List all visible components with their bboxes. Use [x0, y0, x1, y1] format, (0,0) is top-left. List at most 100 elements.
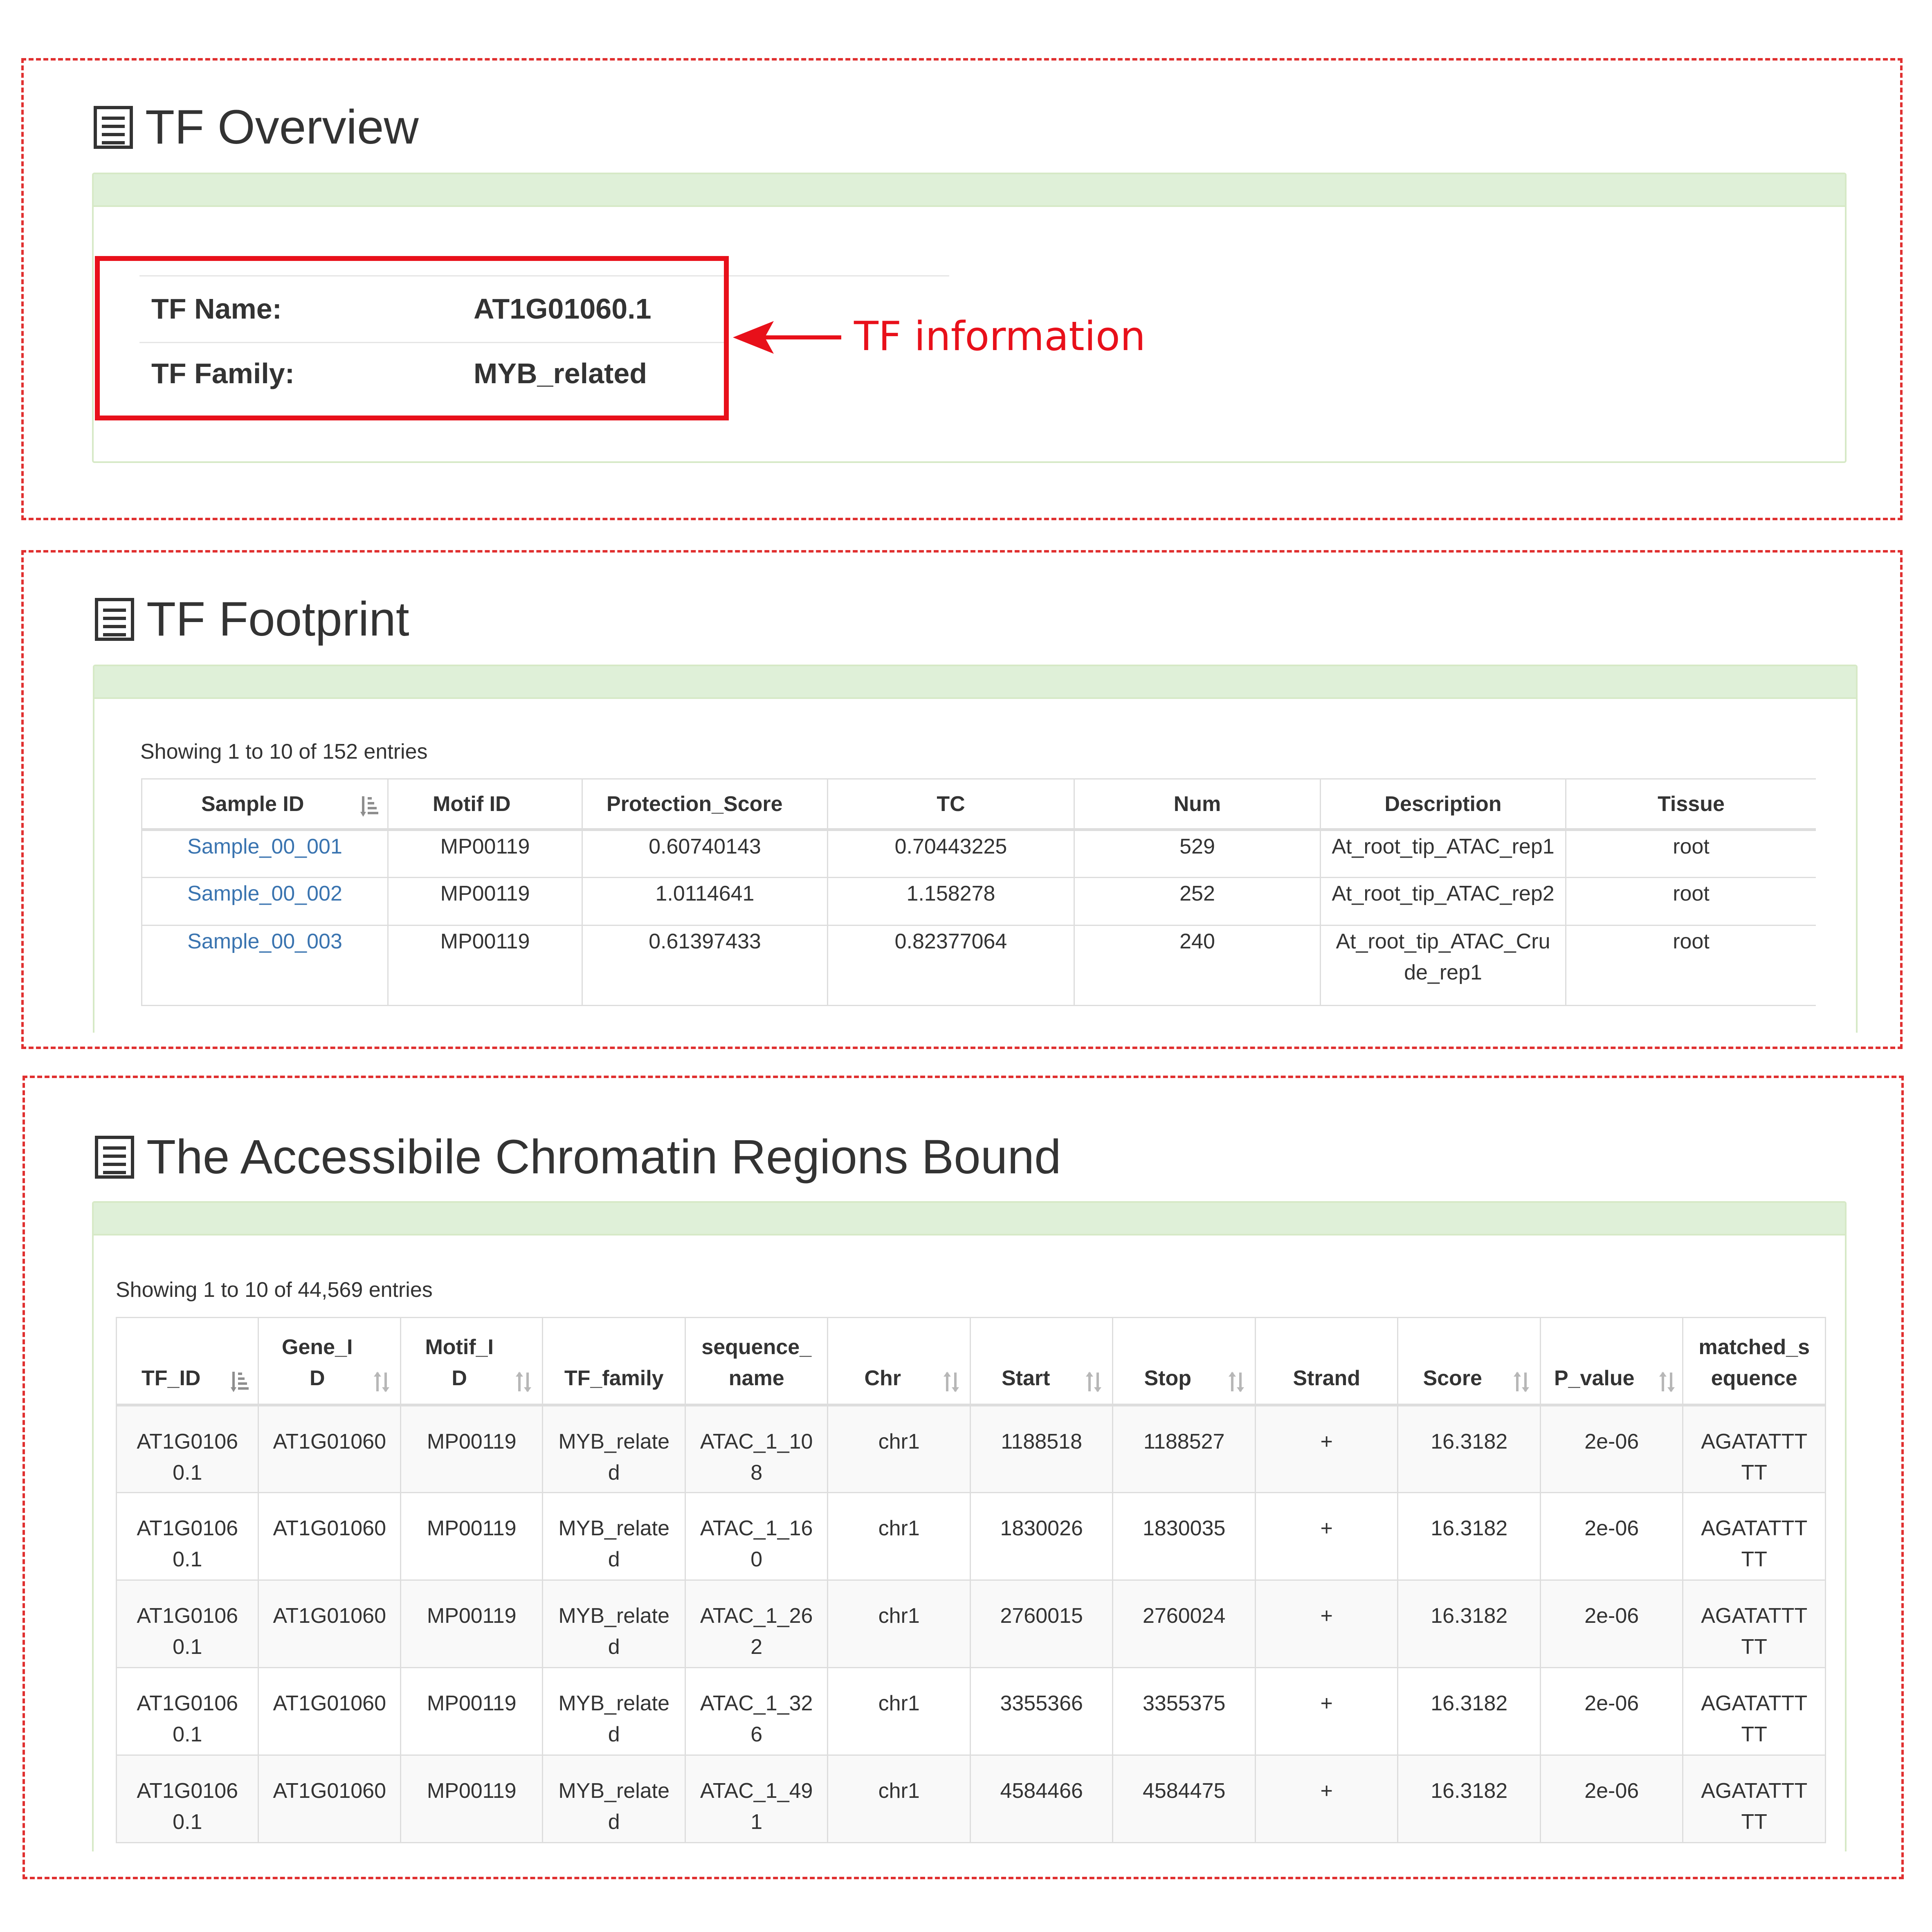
table-cell: 16.3182 [1397, 1667, 1541, 1756]
sort-both-icon[interactable] [1513, 1371, 1531, 1393]
sort-both-icon[interactable] [1658, 1371, 1676, 1393]
tf-family-value: MYB_related [474, 357, 647, 389]
table-cell: MP00119 [400, 1404, 544, 1493]
column-header-p-value[interactable]: P_value [1539, 1317, 1684, 1406]
table-cell: root [1565, 925, 1816, 1006]
table-cell: 16.3182 [1397, 1579, 1541, 1668]
table-row: Sample_00_003 MP00119 0.61397433 0.82377… [141, 925, 1816, 1006]
table-cell: ATAC_1_160 [684, 1492, 829, 1581]
column-header-gene-id[interactable]: Gene_ID [258, 1317, 401, 1406]
table-cell: ATAC_1_262 [684, 1579, 829, 1668]
table-cell: MP00119 [400, 1492, 544, 1581]
table-cell: 0.61397433 [582, 925, 828, 1006]
table-row: AT1G01060.1 AT1G01060 MP00119 MYB_relate… [116, 1579, 1826, 1668]
column-header-motif-id[interactable]: Motif ID [387, 778, 583, 831]
table-cell: chr1 [827, 1667, 971, 1756]
column-header-description[interactable]: Description [1320, 778, 1566, 831]
panel-heading [94, 174, 1845, 207]
chromatin-regions-header: The Accessibile Chromatin Regions Bound [95, 1133, 1061, 1181]
regions-table-clip: TF_ID Gene_ID Motif_ID TF_family sequenc… [116, 1317, 1826, 1850]
table-cell: + [1254, 1492, 1399, 1581]
sort-both-icon[interactable] [1085, 1371, 1103, 1393]
table-cell: 252 [1074, 877, 1321, 926]
table-cell: 3355366 [969, 1667, 1114, 1756]
table-cell: AT1G01060 [258, 1667, 401, 1756]
table-cell: At_root_tip_ATAC_rep1 [1320, 829, 1566, 878]
table-cell: root [1565, 829, 1816, 878]
table-cell: + [1254, 1667, 1399, 1756]
table-cell: 240 [1074, 925, 1321, 1006]
table-cell: 1188518 [969, 1404, 1114, 1493]
column-header-motif-id[interactable]: Motif_ID [400, 1317, 544, 1406]
sample-id-link[interactable]: Sample_00_003 [141, 925, 389, 1006]
table-cell: ATAC_1_108 [684, 1404, 829, 1493]
list-icon [95, 1135, 134, 1179]
column-header-start[interactable]: Start [969, 1317, 1114, 1406]
column-header-score[interactable]: Score [1397, 1317, 1541, 1406]
table-cell: AGATATTTTT [1682, 1579, 1826, 1668]
tf-information-annotation: TF information [854, 313, 1146, 360]
table-cell: chr1 [827, 1492, 971, 1581]
table-cell: 529 [1074, 829, 1321, 878]
regions-table: TF_ID Gene_ID Motif_ID TF_family sequenc… [116, 1317, 1826, 1843]
table-cell: 1188527 [1112, 1404, 1256, 1493]
table-cell: AGATATTTTT [1682, 1404, 1826, 1493]
table-row: AT1G01060.1 AT1G01060 MP00119 MYB_relate… [116, 1492, 1826, 1581]
column-header-protection-score[interactable]: Protection_Score [582, 778, 828, 831]
table-cell: + [1254, 1579, 1399, 1668]
table-cell: MP00119 [400, 1667, 544, 1756]
tf-info-highlight-box [95, 256, 729, 420]
table-cell: AT1G01060 [258, 1579, 401, 1668]
column-header-sequence-name[interactable]: sequence_name [684, 1317, 829, 1406]
table-cell: root [1565, 877, 1816, 926]
table-cell: + [1254, 1755, 1399, 1843]
table-cell: AGATATTTTT [1682, 1755, 1826, 1843]
table-cell: + [1254, 1404, 1399, 1493]
table-cell: 0.82377064 [827, 925, 1075, 1006]
column-header-chr[interactable]: Chr [827, 1317, 971, 1406]
table-cell: AGATATTTTT [1682, 1667, 1826, 1756]
table-row: AT1G01060.1 AT1G01060 MP00119 MYB_relate… [116, 1755, 1826, 1843]
column-header-sample-id[interactable]: Sample ID [141, 778, 389, 831]
sort-both-icon[interactable] [373, 1371, 391, 1393]
column-header-matched-sequence[interactable]: matched_sequence [1682, 1317, 1826, 1406]
table-cell: chr1 [827, 1404, 971, 1493]
table-row: Sample_00_002 MP00119 1.0114641 1.158278… [141, 877, 1816, 926]
table-row: AT1G01060.1 AT1G01060 MP00119 MYB_relate… [116, 1404, 1826, 1493]
sort-both-icon[interactable] [515, 1371, 533, 1393]
table-cell: MP00119 [400, 1755, 544, 1843]
table-cell: chr1 [827, 1579, 971, 1668]
table-cell: MP00119 [387, 925, 583, 1006]
table-cell: 1830026 [969, 1492, 1114, 1581]
table-cell: 2e-06 [1539, 1667, 1684, 1756]
column-header-num[interactable]: Num [1074, 778, 1321, 831]
table-cell: 4584475 [1112, 1755, 1256, 1843]
table-cell: 1.0114641 [582, 877, 828, 926]
section-title: TF Footprint [146, 592, 409, 646]
column-header-tissue[interactable]: Tissue [1565, 778, 1816, 831]
table-cell: 2760024 [1112, 1579, 1256, 1668]
tf-name-value: AT1G01060.1 [474, 293, 651, 325]
table-cell: AT1G01060.1 [116, 1755, 259, 1843]
table-cell: AT1G01060.1 [116, 1492, 259, 1581]
table-cell: AT1G01060.1 [116, 1404, 259, 1493]
panel-heading [94, 666, 1856, 699]
column-header-strand[interactable]: Strand [1254, 1317, 1399, 1406]
sort-both-icon[interactable] [943, 1371, 961, 1393]
table-row: AT1G01060.1 AT1G01060 MP00119 MYB_relate… [116, 1667, 1826, 1756]
table-cell: AT1G01060 [258, 1404, 401, 1493]
column-header-stop[interactable]: Stop [1112, 1317, 1256, 1406]
table-cell: ATAC_1_491 [684, 1755, 829, 1843]
column-header-tf-id[interactable]: TF_ID [116, 1317, 259, 1406]
table-cell: MP00119 [400, 1579, 544, 1668]
sort-both-icon[interactable] [1228, 1371, 1246, 1393]
sort-ascending-icon[interactable] [360, 795, 378, 818]
sort-ascending-icon[interactable] [231, 1371, 249, 1393]
section-title: The Accessibile Chromatin Regions Bound [146, 1130, 1061, 1184]
sample-id-link[interactable]: Sample_00_002 [141, 877, 389, 926]
column-header-tc[interactable]: TC [827, 778, 1075, 831]
table-cell: MP00119 [387, 877, 583, 926]
footprint-table: Sample ID Motif ID Protection_Score TC N… [141, 778, 1816, 1006]
sample-id-link[interactable]: Sample_00_001 [141, 829, 389, 878]
column-header-tf-family[interactable]: TF_family [542, 1317, 686, 1406]
